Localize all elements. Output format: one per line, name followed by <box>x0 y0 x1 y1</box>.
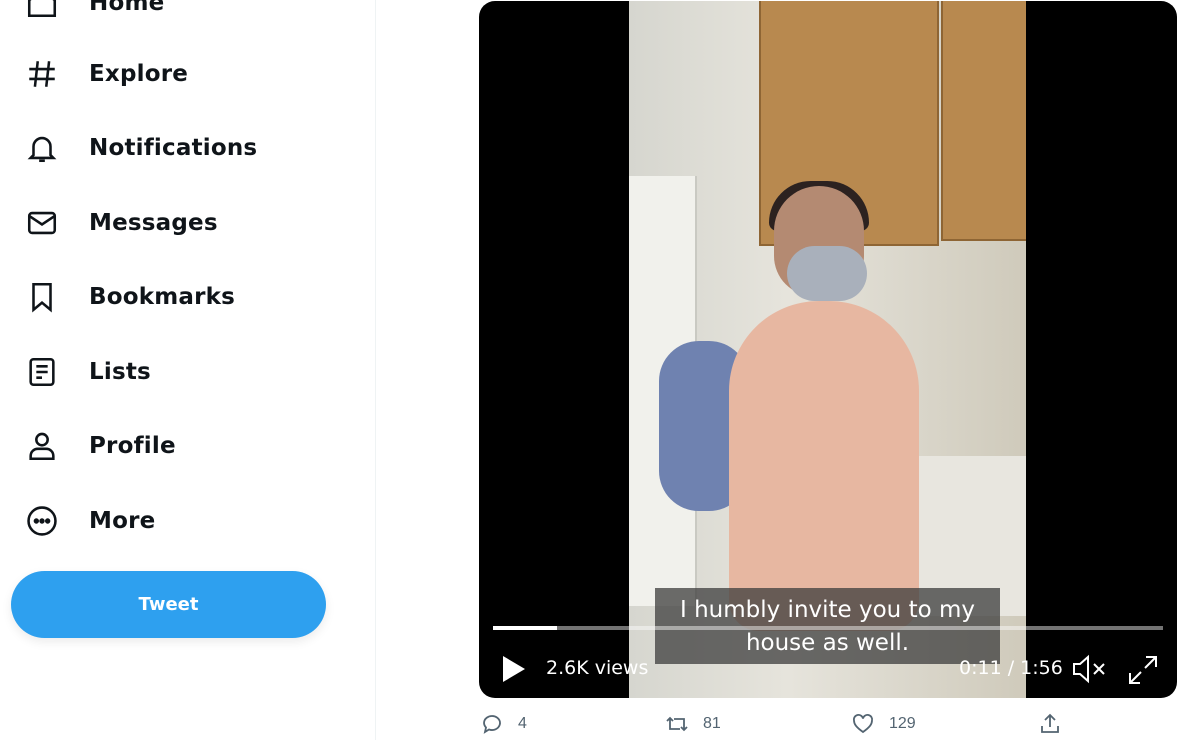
tweet-button[interactable]: Tweet <box>11 571 326 638</box>
envelope-icon <box>22 203 62 243</box>
mute-button[interactable] <box>1071 653 1109 685</box>
caption-line: house as well. <box>745 630 910 656</box>
sidebar-item-explore[interactable]: Explore <box>22 49 188 99</box>
retweet-count: 81 <box>703 715 721 732</box>
video-time: 0:11 / 1:56 <box>959 657 1063 679</box>
sidebar-nav: Home Explore Notifications Messages Book… <box>0 0 376 740</box>
sidebar-item-label: Explore <box>89 61 189 87</box>
sidebar-item-more[interactable]: More <box>22 496 155 546</box>
sidebar-item-label: Bookmarks <box>89 284 236 310</box>
sidebar-item-label: Profile <box>89 433 176 459</box>
video-progress-fill <box>493 626 557 630</box>
volume-muted-icon <box>1073 654 1105 684</box>
reply-count: 4 <box>518 715 527 732</box>
caption-line: I humbly invite you to my <box>679 597 975 623</box>
sidebar-item-profile[interactable]: Profile <box>22 421 176 471</box>
home-icon <box>22 0 62 23</box>
like-count: 129 <box>889 715 916 732</box>
video-player[interactable]: I humbly invite you to my house as well.… <box>479 1 1177 698</box>
like-button[interactable]: 129 <box>851 712 916 736</box>
fullscreen-button[interactable] <box>1126 653 1160 687</box>
more-circle-icon <box>22 501 62 541</box>
play-icon <box>503 656 525 682</box>
sidebar-item-label: Notifications <box>89 135 258 161</box>
share-button[interactable] <box>1038 712 1062 736</box>
list-icon <box>22 352 62 392</box>
sidebar-item-label: Home <box>89 0 165 16</box>
sidebar-item-label: Messages <box>89 210 218 236</box>
sidebar-item-home[interactable]: Home <box>22 0 164 28</box>
sidebar-item-label: Lists <box>89 359 151 385</box>
reply-button[interactable]: 4 <box>480 712 527 736</box>
sidebar-item-messages[interactable]: Messages <box>22 198 218 248</box>
play-button[interactable] <box>501 654 527 684</box>
hashtag-icon <box>22 54 62 94</box>
retweet-icon <box>666 716 688 732</box>
sidebar-item-bookmarks[interactable]: Bookmarks <box>22 272 235 322</box>
retweet-button[interactable]: 81 <box>665 712 721 736</box>
video-progress-bar[interactable] <box>493 626 1163 630</box>
reply-icon <box>483 715 501 734</box>
view-count: 2.6K views <box>546 657 649 679</box>
person-icon <box>22 426 62 466</box>
heart-icon <box>853 714 873 734</box>
bookmark-icon <box>22 277 62 317</box>
tweet-actions: 4 81 129 <box>0 712 1195 742</box>
bell-icon <box>22 128 62 168</box>
sidebar-item-lists[interactable]: Lists <box>22 347 151 397</box>
share-icon <box>1041 713 1059 733</box>
expand-icon <box>1129 656 1157 684</box>
sidebar-item-notifications[interactable]: Notifications <box>22 123 257 173</box>
sidebar-item-label: More <box>89 508 156 534</box>
